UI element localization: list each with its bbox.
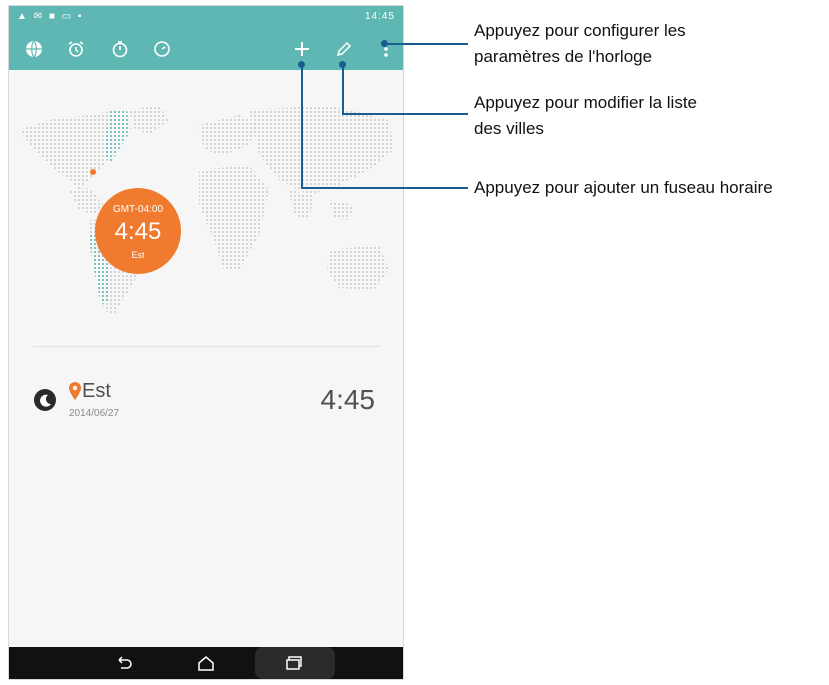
- status-bar: ▲ ✉ ■ ▭ ▪ 14:45: [9, 6, 403, 28]
- home-button[interactable]: [195, 653, 217, 673]
- tab-world-clock[interactable]: [21, 36, 47, 62]
- night-clock-icon: [34, 389, 56, 411]
- back-arrow-icon: [118, 656, 132, 669]
- globe-icon: [26, 40, 42, 58]
- bubble-gmt-offset: GMT-04:00: [112, 204, 164, 215]
- tab-alarm[interactable]: [63, 36, 89, 62]
- callout-line-add-h: [301, 187, 468, 189]
- status-time: 14:45: [364, 11, 395, 22]
- city-clock-row[interactable]: Est 2014/06/27 4:45: [9, 370, 403, 440]
- world-map: [19, 105, 394, 315]
- tab-timer[interactable]: [149, 36, 175, 62]
- phone-screen: ▲ ✉ ■ ▭ ▪ 14:45 GMT-04:00 4:45 Est Est 2…: [8, 5, 404, 680]
- status-icons: ▲ ✉ ■ ▭ ▪: [17, 11, 84, 22]
- callout-line-edit-v: [342, 64, 344, 114]
- callout-edit: Appuyez pour modifier la liste des ville…: [474, 90, 697, 142]
- tab-stopwatch[interactable]: [107, 36, 133, 62]
- recent-apps-icon: [286, 656, 302, 670]
- edit-cities-button[interactable]: [331, 36, 357, 62]
- city-date: 2014/06/27: [69, 408, 120, 419]
- pencil-icon: [336, 41, 352, 57]
- callout-add: Appuyez pour ajouter un fuseau horaire: [474, 178, 773, 197]
- timer-icon: [154, 41, 170, 57]
- bubble-time: 4:45: [114, 218, 162, 245]
- plus-icon: [295, 42, 309, 56]
- recent-apps-button[interactable]: [283, 653, 305, 673]
- callout-settings: Appuyez pour configurer les paramètres d…: [474, 18, 686, 70]
- add-timezone-button[interactable]: [289, 36, 315, 62]
- bubble-city: Est: [131, 250, 145, 260]
- home-icon: [198, 656, 214, 671]
- world-clock-content: GMT-04:00 4:45 Est Est 2014/06/27 4:45: [9, 70, 403, 650]
- timezone-bubble[interactable]: GMT-04:00 4:45 Est: [95, 188, 181, 274]
- alarm-clock-icon: [68, 41, 84, 57]
- city-name: Est: [82, 380, 111, 402]
- callout-line-edit-h: [342, 113, 468, 115]
- back-button[interactable]: [113, 653, 135, 673]
- callout-line-settings: [386, 43, 468, 45]
- stopwatch-icon: [112, 41, 128, 58]
- navigation-bar: [9, 647, 403, 679]
- list-divider: [33, 346, 381, 347]
- callout-settings-line2: paramètres de l'horloge: [474, 47, 653, 66]
- callout-edit-line2: des villes: [474, 119, 544, 138]
- location-pin-icon: [69, 382, 81, 400]
- callout-settings-line1: Appuyez pour configurer les: [474, 21, 686, 40]
- city-time: 4:45: [320, 384, 376, 415]
- callout-edit-line1: Appuyez pour modifier la liste: [474, 93, 698, 112]
- callout-line-add-v: [301, 64, 303, 188]
